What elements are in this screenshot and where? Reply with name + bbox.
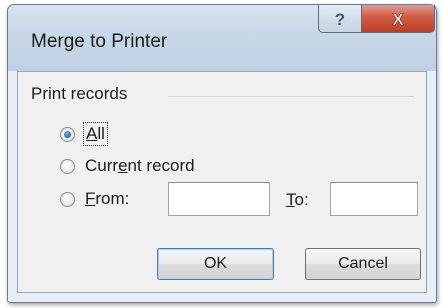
group-separator [168, 96, 414, 97]
radio-all-button[interactable] [60, 126, 75, 142]
title-bar: Merge to Printer ? X [8, 5, 436, 71]
merge-to-printer-dialog: Merge to Printer ? X Print records All C… [7, 4, 437, 303]
svg-text:X: X [392, 10, 404, 29]
radio-from-label[interactable]: From: [85, 189, 129, 209]
window-title: Merge to Printer [31, 31, 168, 52]
radio-current-record-label[interactable]: Current record [85, 156, 195, 176]
to-field[interactable] [330, 182, 418, 216]
cancel-button-label: Cancel [338, 255, 388, 272]
from-field[interactable] [168, 182, 270, 216]
radio-all-label[interactable]: All [83, 122, 108, 146]
close-x-icon: X [392, 9, 405, 29]
help-button[interactable]: ? [318, 5, 362, 33]
print-records-group-label: Print records [31, 84, 128, 103]
dialog-body: Print records All Current record From: T… [17, 71, 427, 293]
close-button[interactable]: X [361, 5, 435, 33]
svg-text:?: ? [335, 10, 345, 29]
to-label: To: [286, 190, 309, 209]
cancel-button[interactable]: Cancel [305, 248, 421, 280]
radio-all[interactable]: All [60, 122, 108, 146]
radio-from[interactable]: From: [60, 187, 129, 211]
radio-current-record[interactable]: Current record [60, 154, 195, 178]
radio-from-button[interactable] [60, 191, 75, 207]
ok-button-label: OK [203, 255, 228, 272]
radio-current-record-button[interactable] [60, 158, 75, 174]
question-mark-icon: ? [335, 10, 345, 29]
ok-button[interactable]: OK [157, 248, 274, 280]
